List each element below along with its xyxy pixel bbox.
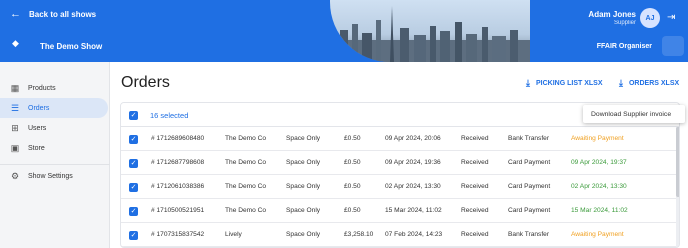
- company: The Demo Co: [225, 135, 267, 142]
- order-id: # 1712687798608: [151, 159, 205, 166]
- payment-method: Bank Transfer: [508, 231, 550, 238]
- order-status: Received: [461, 207, 489, 214]
- order-date: 09 Apr 2024, 19:36: [385, 159, 441, 166]
- table-row[interactable]: ✓ # 1712061038386 The Demo Co Space Only…: [121, 175, 679, 199]
- gear-icon: ⚙: [10, 170, 20, 181]
- user-role: Supplier: [613, 20, 636, 26]
- row-checkbox[interactable]: ✓: [129, 207, 138, 216]
- company: Lively: [225, 231, 242, 238]
- row-checkbox[interactable]: ✓: [129, 231, 138, 240]
- bag-icon: ▦: [10, 82, 20, 93]
- order-id: # 1710500521951: [151, 207, 205, 214]
- sidebar-item-label: Orders: [28, 104, 50, 112]
- sidebar-divider: [0, 164, 110, 165]
- sidebar-item-users[interactable]: ⊞ Users: [0, 118, 110, 138]
- table-row[interactable]: ✓ # 1707315837542 Lively Space Only £3,2…: [121, 223, 679, 247]
- order-id: # 1707315837542: [151, 231, 205, 238]
- amount: £0.50: [344, 135, 361, 142]
- order-status: Received: [461, 159, 489, 166]
- sidebar-item-show-settings[interactable]: ⚙ Show Settings: [0, 166, 110, 186]
- company: The Demo Co: [225, 183, 267, 190]
- payment-status: 02 Apr 2024, 13:30: [571, 183, 627, 190]
- sidebar-item-label: Products: [28, 84, 56, 92]
- organiser-logo: [662, 36, 684, 56]
- show-diamond-icon: ◆: [12, 38, 19, 48]
- select-all-checkbox[interactable]: ✓: [129, 111, 138, 120]
- logout-icon[interactable]: ⇥: [667, 12, 675, 23]
- table-row[interactable]: ✓ # 1712687798608 The Demo Co Space Only…: [121, 151, 679, 175]
- row-checkbox[interactable]: ✓: [129, 183, 138, 192]
- payment-method: Card Payment: [508, 183, 551, 190]
- orders-xlsx-label: ORDERS XLSX: [628, 80, 680, 87]
- payment-status: Awaiting Payment: [571, 135, 624, 142]
- sidebar-item-label: Users: [28, 124, 47, 132]
- scrollbar-thumb[interactable]: [676, 127, 679, 197]
- amount: £3,258.10: [344, 231, 374, 238]
- order-type: Space Only: [286, 183, 321, 190]
- table-row[interactable]: ✓ # 1710500521951 The Demo Co Space Only…: [121, 199, 679, 223]
- header-banner-image: [330, 0, 530, 62]
- order-status: Received: [461, 135, 489, 142]
- sidebar-item-store[interactable]: ▣ Store: [0, 138, 110, 158]
- company: The Demo Co: [225, 159, 267, 166]
- payment-method: Bank Transfer: [508, 135, 550, 142]
- download-supplier-invoice-menu-item[interactable]: Download Supplier invoice: [583, 105, 685, 123]
- order-status: Received: [461, 183, 489, 190]
- payment-method: Card Payment: [508, 159, 551, 166]
- order-type: Space Only: [286, 231, 321, 238]
- payment-status: Awaiting Payment: [571, 231, 624, 238]
- order-type: Space Only: [286, 159, 321, 166]
- table-row[interactable]: ✓ # 1712689608480 The Demo Co Space Only…: [121, 127, 679, 151]
- amount: £0.50: [344, 159, 361, 166]
- payment-status: 09 Apr 2024, 19:37: [571, 159, 627, 166]
- order-id: # 1712061038386: [151, 183, 205, 190]
- company: The Demo Co: [225, 207, 267, 214]
- row-checkbox[interactable]: ✓: [129, 159, 138, 168]
- payment-method: Card Payment: [508, 207, 551, 214]
- picking-list-label: PICKING LIST XLSX: [535, 80, 603, 87]
- sidebar-item-label: Show Settings: [28, 172, 73, 180]
- back-to-shows-link[interactable]: ← Back to all shows: [10, 9, 96, 20]
- order-date: 02 Apr 2024, 13:30: [385, 183, 441, 190]
- orders-xlsx-button[interactable]: ⤓ ORDERS XLSX: [619, 78, 679, 89]
- sidebar: ▦ Products ☰ Orders ⊞ Users ▣ Store ⚙ Sh…: [0, 62, 110, 248]
- order-type: Space Only: [286, 135, 321, 142]
- order-date: 07 Feb 2024, 14:23: [385, 231, 443, 238]
- users-table-icon: ⊞: [11, 122, 19, 133]
- sidebar-item-products[interactable]: ▦ Products: [0, 78, 110, 98]
- row-checkbox[interactable]: ✓: [129, 135, 138, 144]
- list-icon: ☰: [10, 102, 20, 113]
- picking-list-xlsx-button[interactable]: ⤓ PICKING LIST XLSX: [526, 78, 603, 89]
- sidebar-item-label: Store: [28, 144, 45, 152]
- back-label: Back to all shows: [29, 10, 97, 19]
- user-info: Adam Jones Supplier: [588, 10, 636, 26]
- amount: £0.50: [344, 207, 361, 214]
- table-scrollbar[interactable]: [676, 127, 679, 247]
- user-name: Adam Jones: [588, 10, 636, 19]
- orders-table: ✓ 16 selected ✓ # 1712689608480 The Demo…: [120, 102, 680, 248]
- selected-count: 16 selected: [150, 111, 189, 120]
- arrow-left-icon: ←: [10, 8, 21, 20]
- top-bar: ← Back to all shows ◆ The Demo Show Adam…: [0, 0, 688, 62]
- payment-status: 15 Mar 2024, 11:02: [571, 207, 628, 214]
- order-type: Space Only: [286, 207, 321, 214]
- order-status: Received: [461, 231, 489, 238]
- download-icon: ⤓: [619, 78, 623, 88]
- amount: £0.50: [344, 183, 361, 190]
- organiser-name: FFAIR Organiser: [596, 43, 652, 50]
- order-date: 15 Mar 2024, 11:02: [385, 207, 442, 214]
- sidebar-item-orders[interactable]: ☰ Orders: [0, 98, 108, 118]
- show-name: The Demo Show: [40, 42, 103, 51]
- avatar[interactable]: AJ: [640, 8, 660, 28]
- order-id: # 1712689608480: [151, 135, 205, 142]
- download-icon: ⤓: [526, 78, 530, 88]
- order-date: 09 Apr 2024, 20:06: [385, 135, 441, 142]
- store-icon: ▣: [10, 142, 20, 153]
- page-title: Orders: [121, 74, 170, 91]
